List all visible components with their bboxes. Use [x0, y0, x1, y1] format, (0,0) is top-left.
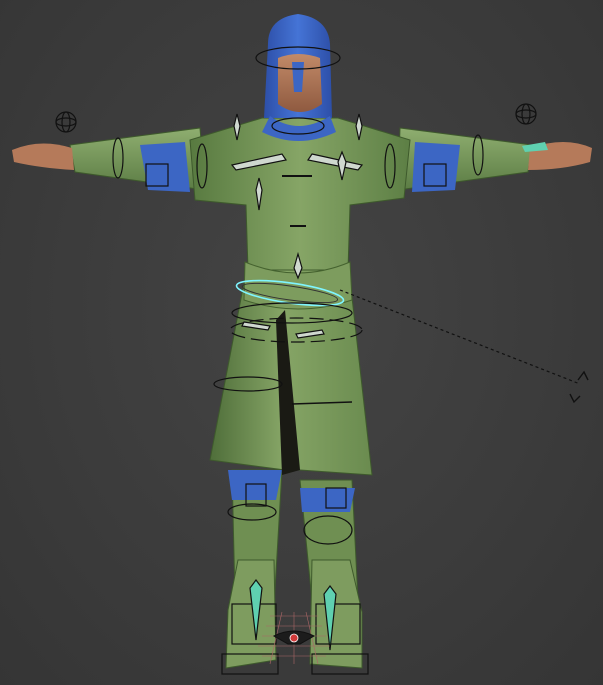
viewport-canvas[interactable]	[0, 0, 603, 685]
right-arm-mesh[interactable]	[397, 127, 592, 192]
3d-viewport[interactable]	[0, 0, 603, 685]
right-pole-sphere[interactable]	[515, 103, 537, 125]
left-pole-sphere[interactable]	[55, 111, 77, 133]
nose-guard	[292, 62, 304, 92]
ik-dashed-line	[339, 289, 581, 385]
ik-target-control[interactable]	[569, 370, 589, 404]
left-arm-mesh[interactable]	[12, 127, 206, 192]
origin-dot	[289, 633, 299, 643]
left-boot-mesh[interactable]	[225, 559, 277, 669]
character-mesh[interactable]	[12, 14, 592, 669]
right-boot-mesh[interactable]	[309, 559, 363, 669]
left-hand-mesh[interactable]	[12, 143, 74, 170]
